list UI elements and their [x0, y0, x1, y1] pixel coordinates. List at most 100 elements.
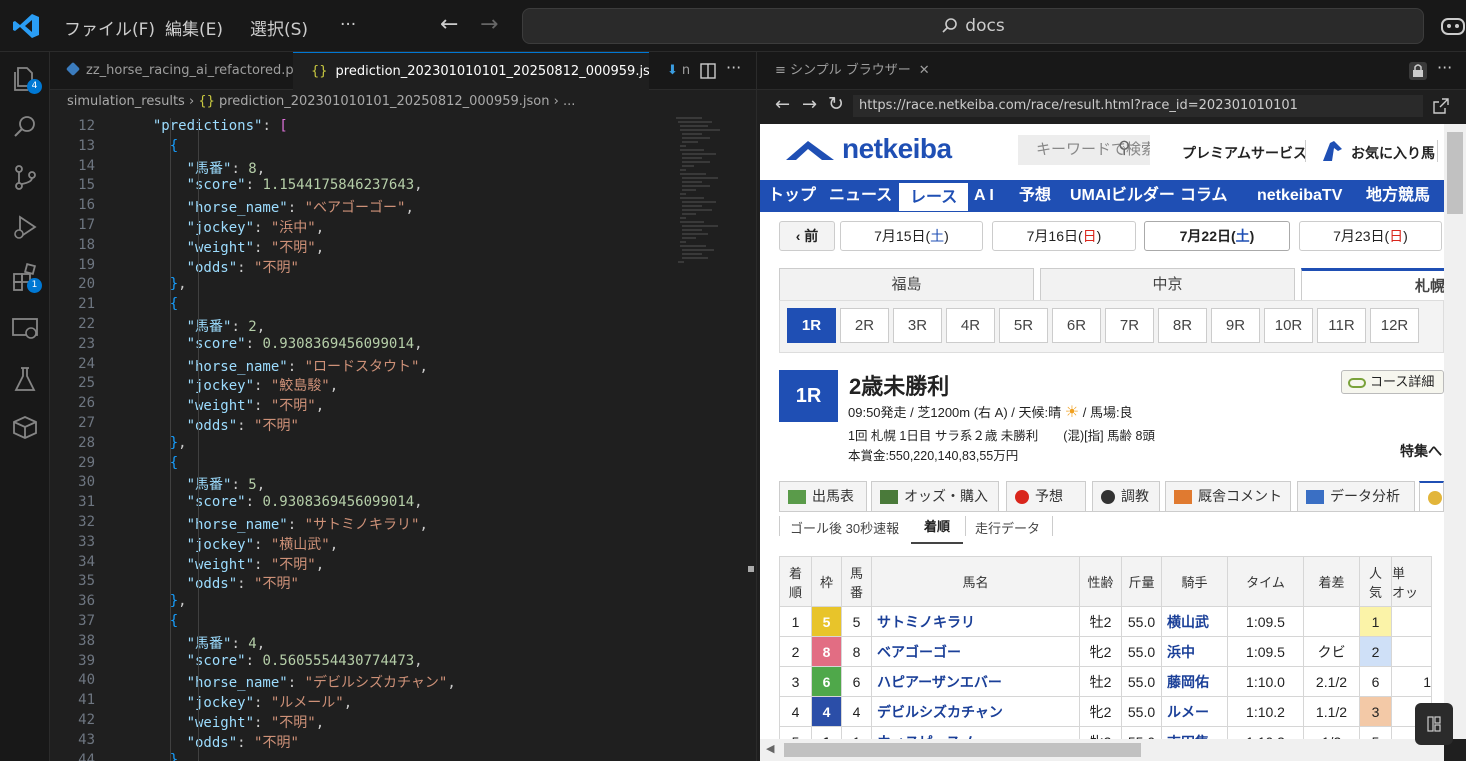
race-button-3r[interactable]: 3R [893, 308, 942, 343]
minimap[interactable] [672, 114, 732, 274]
command-center-label: docs [965, 16, 1005, 36]
command-center-search[interactable]: docs [522, 8, 1424, 44]
race-button-8r[interactable]: 8R [1158, 308, 1207, 343]
nav-umai-builder[interactable]: UMAIビルダー [1070, 180, 1175, 212]
tab-shutuba[interactable]: 出馬表 [779, 481, 867, 511]
subtab-result[interactable]: 着順 [911, 517, 963, 544]
nav-top[interactable]: トップ [768, 180, 816, 212]
back-arrow-icon[interactable]: ← [440, 12, 458, 37]
more-actions-icon[interactable]: ··· [1437, 58, 1452, 77]
code-token: , [419, 517, 428, 533]
nav-yoso[interactable]: 予想 [1019, 180, 1051, 212]
venue-tab-sapporo[interactable]: 札幌 [1301, 268, 1444, 300]
tab-odds[interactable]: オッズ・購入 [871, 481, 999, 511]
reload-icon[interactable]: ↻ [828, 93, 844, 115]
breadcrumb-file[interactable]: prediction_202301010101_20250812_000959.… [219, 94, 549, 109]
nav-ai[interactable]: A I [974, 180, 994, 212]
race-button-7r[interactable]: 7R [1105, 308, 1154, 343]
back-arrow-icon[interactable]: ← [775, 94, 790, 115]
site-logo[interactable]: netkeiba [842, 133, 952, 165]
breadcrumb-folder[interactable]: simulation_results [67, 94, 185, 109]
special-feature-link[interactable]: 特集へ [1400, 441, 1442, 461]
page-horizontal-scrollbar[interactable]: ◀ [760, 739, 1444, 761]
cell-horse[interactable]: ベアゴーゴー [871, 636, 1080, 667]
tab-overflow-file[interactable]: ⬇ n [649, 52, 693, 90]
tab-json-file[interactable]: {} prediction_202301010101_20250812_00095… [293, 52, 649, 90]
menu-selection[interactable]: 選択(S) [250, 15, 308, 40]
search-icon[interactable] [10, 112, 40, 142]
race-button-10r[interactable]: 10R [1264, 308, 1313, 343]
menu-edit[interactable]: 編集(E) [165, 15, 223, 40]
cell-jockey[interactable]: 藤岡佑 [1161, 666, 1228, 697]
tab-stable-comment[interactable]: 厩舎コメント [1165, 481, 1291, 511]
race-button-1r[interactable]: 1R [787, 308, 836, 343]
source-control-icon[interactable] [10, 162, 40, 192]
tab-more[interactable] [1419, 481, 1444, 511]
date-tab-0723[interactable]: 7月23日(日) [1299, 221, 1442, 251]
copilot-icon[interactable] [1440, 14, 1466, 38]
breadcrumb-more[interactable]: ... [563, 94, 575, 109]
cell-jockey[interactable]: 横山武 [1161, 606, 1228, 637]
race-button-5r[interactable]: 5R [999, 308, 1048, 343]
nav-netkeiba-tv[interactable]: netkeibaTV [1257, 180, 1342, 212]
race-button-9r[interactable]: 9R [1211, 308, 1260, 343]
menu-more[interactable]: ··· [340, 15, 356, 35]
venue-tab-chukyo[interactable]: 中京 [1040, 268, 1295, 300]
prev-date-button[interactable]: ‹ 前 [779, 221, 835, 251]
date-tab-0715[interactable]: 7月15日(土) [840, 221, 983, 251]
cell-horse[interactable]: サトミノキラリ [871, 606, 1080, 637]
nav-news[interactable]: ニュース [829, 180, 892, 212]
venue-tab-fukushima[interactable]: 福島 [779, 268, 1034, 300]
page-scrollbar[interactable] [1444, 124, 1466, 739]
open-external-icon[interactable] [1433, 98, 1449, 114]
tab-chokyo[interactable]: 調教 [1092, 481, 1160, 511]
race-button-11r[interactable]: 11R [1317, 308, 1366, 343]
cell-jockey[interactable]: 吉田隼 [1161, 726, 1228, 739]
menu-file[interactable]: ファイル(F) [64, 15, 155, 40]
race-button-12r[interactable]: 12R [1370, 308, 1419, 343]
code-token: , [414, 177, 423, 194]
cell-jockey[interactable]: 浜中 [1161, 636, 1228, 667]
nav-chiho[interactable]: 地方競馬 [1366, 180, 1430, 212]
editor-scrollbar[interactable] [747, 114, 756, 761]
nav-race[interactable]: レース [898, 182, 970, 212]
race-button-2r[interactable]: 2R [840, 308, 889, 343]
cell-horse[interactable]: デビルシズカチャン [871, 696, 1080, 727]
premium-service-link[interactable]: プレミアムサービス [1182, 143, 1307, 163]
containers-icon[interactable] [10, 412, 40, 442]
tab-simple-browser[interactable]: ≡ シンプル ブラウザー ✕ [757, 52, 930, 90]
code-token: "weight" [186, 715, 255, 731]
more-actions-icon[interactable]: ··· [726, 58, 741, 77]
course-detail-button[interactable]: コース詳細 [1341, 370, 1444, 394]
favorite-horse-link[interactable]: お気に入り馬 [1351, 143, 1435, 163]
scroll-thumb[interactable] [1447, 132, 1463, 214]
split-editor-icon[interactable] [700, 63, 716, 79]
date-tab-0722[interactable]: 7月22日(土) [1144, 221, 1290, 251]
url-input[interactable]: https://race.netkeiba.com/race/result.ht… [853, 95, 1423, 117]
tab-py-file[interactable]: zz_horse_racing_ai_refactored.py [50, 52, 293, 90]
scroll-left-icon[interactable]: ◀ [766, 742, 774, 755]
code-editor[interactable]: 12 "predictions": [13 {14 "馬番": 8, 15 "sc… [50, 114, 747, 761]
lock-icon[interactable] [1408, 61, 1428, 81]
subtab-30sec[interactable]: ゴール後 30秒速報 [790, 518, 899, 537]
forward-arrow-icon[interactable]: → [480, 12, 498, 37]
close-icon[interactable]: ✕ [919, 63, 930, 78]
cell-horse[interactable]: ウィスピースノ [871, 726, 1080, 739]
tab-data-analysis[interactable]: データ分析 [1297, 481, 1415, 511]
cell-jockey[interactable]: ルメー [1161, 696, 1228, 727]
nav-column[interactable]: コラム [1180, 180, 1228, 212]
search-icon[interactable]: ⚲ [1118, 138, 1130, 158]
remote-explorer-icon[interactable] [10, 314, 40, 344]
forward-arrow-icon[interactable]: → [802, 94, 817, 115]
floating-toolbar-button[interactable] [1415, 703, 1453, 745]
code-token: "鮫島駿" [270, 378, 330, 395]
tab-yoso[interactable]: 予想 [1006, 481, 1086, 511]
cell-horse[interactable]: ハピアーザンエバー [871, 666, 1080, 697]
date-tab-0716[interactable]: 7月16日(日) [992, 221, 1136, 251]
scroll-thumb[interactable] [784, 743, 1141, 757]
race-button-6r[interactable]: 6R [1052, 308, 1101, 343]
subtab-running-data[interactable]: 走行データ [975, 518, 1040, 537]
testing-flask-icon[interactable] [10, 364, 40, 394]
race-button-4r[interactable]: 4R [946, 308, 995, 343]
run-debug-icon[interactable] [10, 212, 40, 242]
